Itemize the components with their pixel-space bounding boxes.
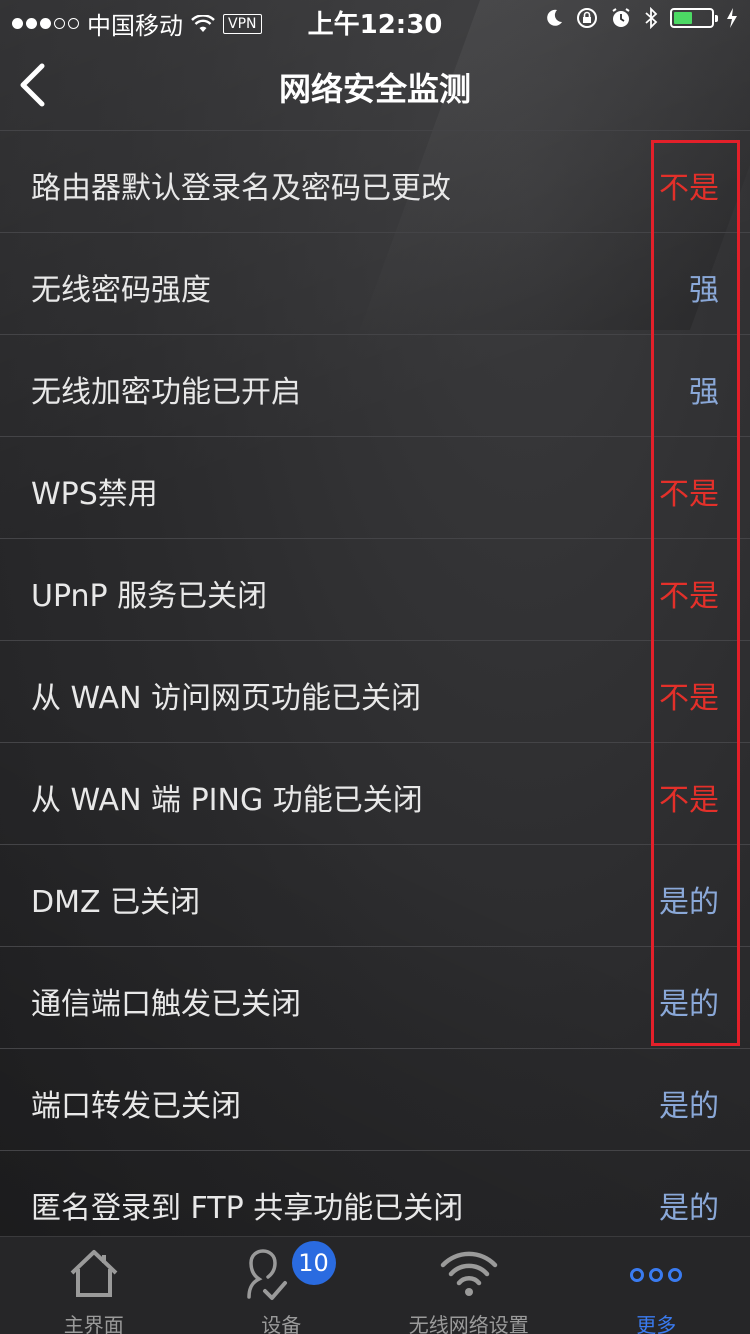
devices-badge: 10 — [291, 1241, 336, 1285]
battery-icon — [670, 8, 718, 28]
item-label: WPS禁用 — [31, 477, 158, 512]
item-label: 通信端口触发已关闭 — [31, 987, 301, 1022]
item-label: 无线加密功能已开启 — [31, 375, 301, 410]
more-icon — [630, 1268, 683, 1282]
tab-more[interactable]: 更多 — [563, 1237, 750, 1334]
list-item[interactable]: 通信端口触发已关闭 是的 — [0, 946, 750, 1048]
item-label: 从 WAN 端 PING 功能已关闭 — [31, 783, 423, 818]
battery-fill — [674, 12, 692, 24]
highlight-box — [651, 140, 740, 1046]
list-item[interactable]: 从 WAN 端 PING 功能已关闭 不是 — [0, 742, 750, 844]
devices-icon — [246, 1249, 287, 1300]
item-value: 是的 — [659, 1089, 719, 1124]
list-item[interactable]: 无线密码强度 强 — [0, 232, 750, 334]
tab-wireless-settings[interactable]: 无线网络设置 — [375, 1237, 563, 1334]
item-value: 是的 — [659, 1191, 719, 1226]
item-label: 路由器默认登录名及密码已更改 — [31, 171, 451, 206]
item-label: 无线密码强度 — [31, 273, 211, 308]
tab-label: 主界面 — [63, 1313, 124, 1334]
rotation-lock-icon — [577, 8, 597, 28]
tab-label: 设备 — [261, 1313, 302, 1334]
home-icon — [70, 1250, 118, 1297]
wifi-icon — [440, 1251, 497, 1296]
security-check-list: 路由器默认登录名及密码已更改 不是 无线密码强度 强 无线加密功能已开启 强 W… — [0, 130, 750, 1252]
list-item[interactable]: 无线加密功能已开启 强 — [0, 334, 750, 436]
tab-bar: 主界面 10 设备 无线网络设置 更多 — [0, 1236, 750, 1334]
item-label: DMZ 已关闭 — [31, 885, 201, 920]
list-item[interactable]: DMZ 已关闭 是的 — [0, 844, 750, 946]
status-right — [544, 7, 738, 29]
page-title: 网络安全监测 — [278, 70, 471, 108]
bluetooth-icon — [645, 7, 658, 29]
moon-icon — [547, 9, 562, 26]
list-item[interactable]: UPnP 服务已关闭 不是 — [0, 538, 750, 640]
list-item[interactable]: WPS禁用 不是 — [0, 436, 750, 538]
charging-icon — [727, 8, 737, 28]
item-label: UPnP 服务已关闭 — [31, 579, 268, 614]
list-item[interactable]: 从 WAN 访问网页功能已关闭 不是 — [0, 640, 750, 742]
list-item[interactable]: 路由器默认登录名及密码已更改 不是 — [0, 130, 750, 232]
tab-label: 更多 — [636, 1313, 677, 1334]
item-label: 端口转发已关闭 — [31, 1089, 241, 1124]
status-bar: 中国移动 VPN 上午12:30 — [0, 0, 750, 40]
item-label: 匿名登录到 FTP 共享功能已关闭 — [31, 1191, 464, 1226]
alarm-icon — [612, 8, 630, 27]
tab-label: 无线网络设置 — [408, 1313, 529, 1334]
tab-devices[interactable]: 10 设备 — [188, 1237, 376, 1334]
nav-bar: 网络安全监测 — [0, 40, 750, 130]
item-label: 从 WAN 访问网页功能已关闭 — [31, 681, 422, 716]
list-item[interactable]: 端口转发已关闭 是的 — [0, 1048, 750, 1150]
tab-home[interactable]: 主界面 — [0, 1237, 188, 1334]
